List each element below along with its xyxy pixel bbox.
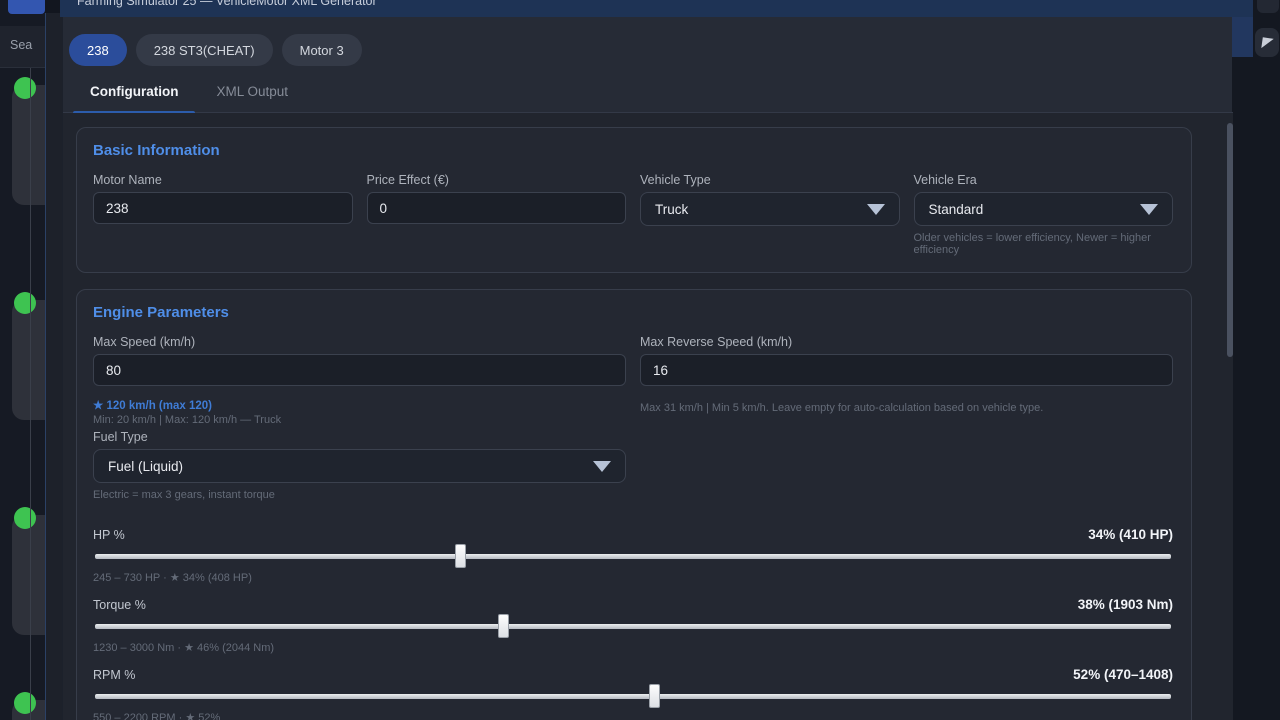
background-app-left: Sea xyxy=(0,0,45,720)
torque-slider-label: Torque % xyxy=(93,598,146,612)
max-speed-column: Max Speed (km/h) ★ 120 km/h (max 120) Mi… xyxy=(93,335,626,501)
vertical-scrollbar[interactable] xyxy=(1227,123,1233,357)
background-list-card xyxy=(12,300,45,420)
vehicle-era-value: Standard xyxy=(929,202,984,217)
vehicle-type-field-group: Vehicle Type Truck xyxy=(640,173,900,256)
vehicle-era-select[interactable]: Standard xyxy=(914,192,1174,226)
max-reverse-hint: Max 31 km/h | Min 5 km/h. Leave empty fo… xyxy=(640,402,1173,414)
background-app-right xyxy=(1232,0,1280,720)
dialog-title: Farming Simulator 25 — VehicleMotor XML … xyxy=(77,0,377,8)
hp-slider-hint: 245 – 730 HP · ★ 34% (408 HP) xyxy=(93,571,1173,584)
price-effect-field-group: Price Effect (€) xyxy=(367,173,627,256)
rpm-slider-row: RPM % 52% (470–1408) 550 – 2200 RPM · ★ … xyxy=(93,667,1173,720)
status-dot-icon xyxy=(14,292,36,314)
torque-slider-hint: 1230 – 3000 Nm · ★ 46% (2044 Nm) xyxy=(93,641,1173,654)
vehicle-type-value: Truck xyxy=(655,202,688,217)
motor-tab-motor3[interactable]: Motor 3 xyxy=(282,34,362,66)
max-reverse-column: Max Reverse Speed (km/h) Max 31 km/h | M… xyxy=(640,335,1173,501)
background-edge-divider xyxy=(30,68,31,720)
rpm-slider-value: 52% (470–1408) xyxy=(1073,667,1173,682)
motor-name-field-group: Motor Name xyxy=(93,173,353,256)
max-speed-label: Max Speed (km/h) xyxy=(93,335,626,349)
motor-tab-238[interactable]: 238 xyxy=(69,34,127,66)
configuration-content: Basic Information Motor Name Price Effec… xyxy=(63,113,1233,720)
max-reverse-label: Max Reverse Speed (km/h) xyxy=(640,335,1173,349)
background-list-card xyxy=(12,85,45,205)
hp-slider-value: 34% (410 HP) xyxy=(1088,527,1173,542)
generator-dialog: 238 238 ST3(CHEAT) Motor 3 Configuration… xyxy=(45,13,1232,720)
tab-xml-output[interactable]: XML Output xyxy=(197,70,307,113)
view-tab-bar: Configuration XML Output xyxy=(63,70,1233,113)
fuel-type-select[interactable]: Fuel (Liquid) xyxy=(93,449,626,483)
torque-slider-row: Torque % 38% (1903 Nm) 1230 – 3000 Nm · … xyxy=(93,597,1173,654)
rpm-slider-thumb[interactable] xyxy=(649,684,660,708)
vehicle-era-field-group: Vehicle Era Standard Older vehicles = lo… xyxy=(914,173,1174,256)
max-speed-input[interactable] xyxy=(93,354,626,386)
vehicle-type-label: Vehicle Type xyxy=(640,173,900,187)
status-dot-icon xyxy=(14,507,36,529)
motor-name-input[interactable] xyxy=(93,192,353,224)
background-list-card xyxy=(12,700,45,720)
vehicle-era-label: Vehicle Era xyxy=(914,173,1174,187)
vehicle-era-hint: Older vehicles = lower efficiency, Newer… xyxy=(914,232,1174,256)
max-reverse-input[interactable] xyxy=(640,354,1173,386)
background-send-button[interactable] xyxy=(1255,28,1279,57)
chevron-down-icon xyxy=(1140,204,1158,215)
cursor-triangle-icon xyxy=(1261,37,1273,49)
price-effect-label: Price Effect (€) xyxy=(367,173,627,187)
background-blue-button xyxy=(8,0,45,14)
section-heading: Basic Information xyxy=(93,142,1173,159)
hp-slider-label: HP % xyxy=(93,528,125,542)
basic-information-section: Basic Information Motor Name Price Effec… xyxy=(76,127,1192,273)
background-top-button xyxy=(1257,0,1279,13)
hp-slider-row: HP % 34% (410 HP) 245 – 730 HP · ★ 34% (… xyxy=(93,527,1173,584)
background-card-list xyxy=(0,68,45,720)
torque-slider[interactable] xyxy=(95,624,1171,629)
vehicle-type-select[interactable]: Truck xyxy=(640,192,900,226)
price-effect-input[interactable] xyxy=(367,192,627,224)
torque-slider-value: 38% (1903 Nm) xyxy=(1078,597,1173,612)
hp-slider[interactable] xyxy=(95,554,1171,559)
section-heading: Engine Parameters xyxy=(93,304,1173,321)
status-dot-icon xyxy=(14,692,36,714)
tab-configuration[interactable]: Configuration xyxy=(71,70,197,113)
panel-left-gutter xyxy=(46,13,63,720)
torque-slider-thumb[interactable] xyxy=(498,614,509,638)
fuel-type-value: Fuel (Liquid) xyxy=(108,459,183,474)
background-search-label: Sea xyxy=(10,38,32,52)
engine-sliders: HP % 34% (410 HP) 245 – 730 HP · ★ 34% (… xyxy=(93,527,1173,720)
chevron-down-icon xyxy=(593,461,611,472)
background-list-card xyxy=(12,515,45,635)
chevron-down-icon xyxy=(867,204,885,215)
status-dot-icon xyxy=(14,77,36,99)
fuel-type-hint: Electric = max 3 gears, instant torque xyxy=(93,489,626,501)
max-speed-star-hint: ★ 120 km/h (max 120) xyxy=(93,398,626,412)
fuel-type-label: Fuel Type xyxy=(93,430,626,444)
hp-slider-thumb[interactable] xyxy=(455,544,466,568)
rpm-slider-label: RPM % xyxy=(93,668,135,682)
engine-parameters-section: Engine Parameters Max Speed (km/h) ★ 120… xyxy=(76,289,1192,720)
rpm-slider-hint: 550 – 2200 RPM · ★ 52% xyxy=(93,711,1173,720)
motor-tab-238-st3[interactable]: 238 ST3(CHEAT) xyxy=(136,34,273,66)
dialog-titlebar: Farming Simulator 25 — VehicleMotor XML … xyxy=(60,0,1253,17)
max-speed-range-hint: Min: 20 km/h | Max: 120 km/h — Truck xyxy=(93,414,626,426)
motor-name-label: Motor Name xyxy=(93,173,353,187)
rpm-slider[interactable] xyxy=(95,694,1171,699)
motor-tab-list: 238 238 ST3(CHEAT) Motor 3 xyxy=(63,13,1233,70)
